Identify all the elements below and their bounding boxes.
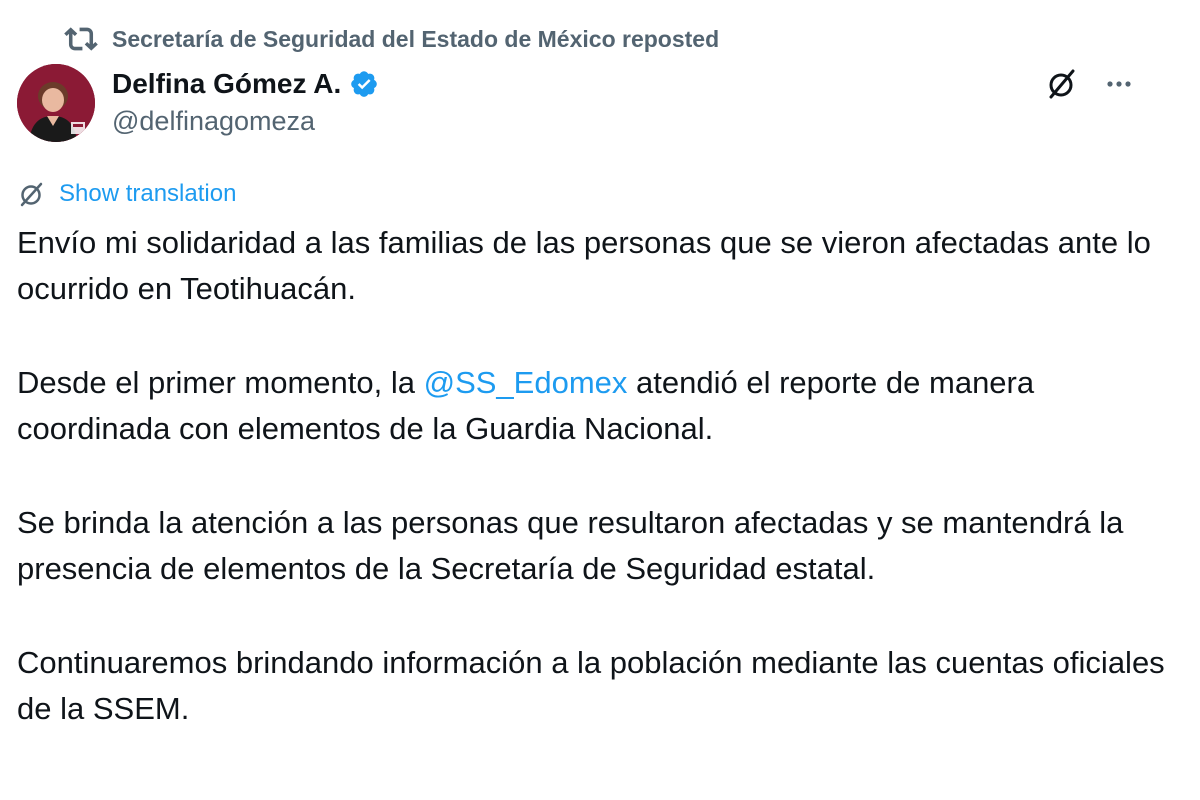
avatar-image bbox=[17, 64, 95, 142]
verified-badge-icon bbox=[351, 71, 378, 97]
avatar[interactable] bbox=[17, 64, 95, 142]
grok-icon[interactable] bbox=[1044, 66, 1080, 102]
tweet-paragraph: Envío mi solidaridad a las familias de l… bbox=[17, 225, 1151, 306]
tweet-paragraph: Continuaremos brindando información a la… bbox=[17, 645, 1165, 726]
translate-icon bbox=[20, 182, 43, 207]
paragraph-text: Desde el primer momento, la bbox=[17, 365, 424, 400]
repost-indicator: Secretaría de Seguridad del Estado de Mé… bbox=[64, 22, 719, 56]
tweet-paragraph: Se brinda la atención a las personas que… bbox=[17, 505, 1124, 586]
name-row: Delfina Gómez A. bbox=[112, 64, 379, 104]
show-translation-label: Show translation bbox=[59, 180, 237, 207]
author-name[interactable]: Delfina Gómez A. bbox=[112, 68, 341, 100]
author-block: Delfina Gómez A. @delfinagomeza bbox=[112, 64, 379, 137]
more-icon[interactable] bbox=[1102, 67, 1136, 101]
mention-link[interactable]: @SS_Edomex bbox=[424, 365, 628, 400]
tweet-paragraph: Desde el primer momento, la @SS_Edomex a… bbox=[17, 360, 1167, 452]
tweet-body: Envío mi solidaridad a las familias de l… bbox=[17, 220, 1167, 780]
top-actions bbox=[1044, 64, 1136, 104]
show-translation-link[interactable]: Show translation bbox=[17, 176, 236, 212]
repost-icon bbox=[64, 27, 98, 51]
repost-text[interactable]: Secretaría de Seguridad del Estado de Mé… bbox=[112, 26, 719, 53]
author-handle[interactable]: @delfinagomeza bbox=[112, 106, 379, 137]
tweet[interactable]: Secretaría de Seguridad del Estado de Mé… bbox=[0, 0, 1200, 800]
